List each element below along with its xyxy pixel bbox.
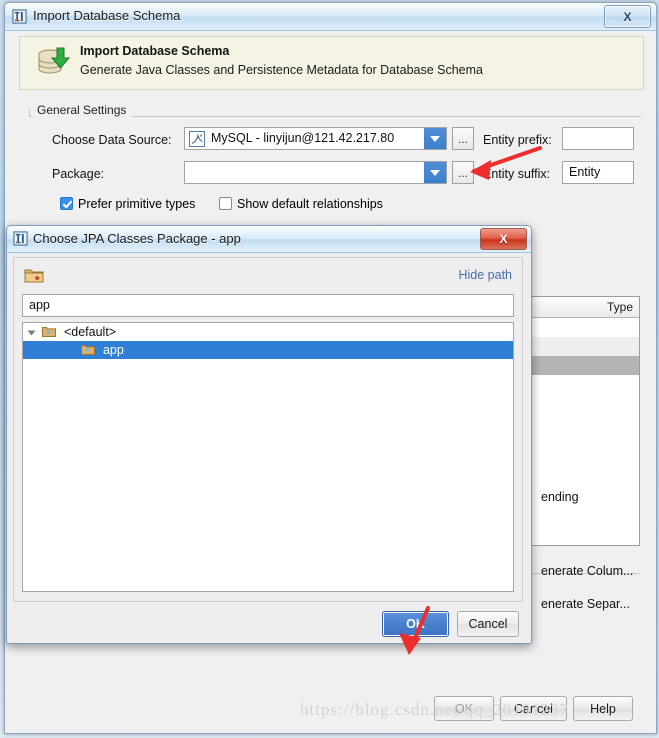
prefer-primitive-types-checkbox[interactable]: Prefer primitive types bbox=[60, 197, 195, 211]
schema-table-type-column-header: Type bbox=[606, 300, 633, 314]
main-help-button[interactable]: Help bbox=[573, 696, 633, 721]
watermark: https://blog.csdn.net/qq_20101237 bbox=[300, 700, 570, 719]
entity-suffix-input[interactable]: Entity bbox=[562, 161, 634, 184]
choose-jpa-classes-package-dialog: Choose JPA Classes Package - app X Hide … bbox=[6, 225, 532, 644]
modal-cancel-button[interactable]: Cancel bbox=[457, 611, 519, 637]
main-window-titlebar: Import Database Schema X bbox=[5, 3, 656, 31]
package-label: Package: bbox=[52, 167, 105, 181]
group-divider-left bbox=[29, 109, 30, 117]
entity-prefix-input[interactable] bbox=[562, 127, 634, 150]
package-path-input[interactable]: app bbox=[22, 294, 514, 317]
intellij-app-icon bbox=[13, 231, 28, 246]
tree-node-default[interactable]: <default> bbox=[23, 323, 513, 341]
folder-icon bbox=[81, 342, 96, 355]
data-source-dropdown-arrow-icon[interactable] bbox=[424, 128, 446, 149]
tree-node-label: app bbox=[102, 343, 124, 357]
data-source-browse-button[interactable]: ... bbox=[452, 127, 474, 150]
data-source-value: MySQL - linyijun@121.42.217.80 bbox=[211, 131, 395, 145]
general-settings-label: General Settings bbox=[32, 103, 132, 117]
package-combobox[interactable] bbox=[184, 161, 447, 184]
checkbox-unchecked-icon bbox=[219, 197, 232, 210]
package-browse-label: ... bbox=[457, 165, 468, 180]
screen-root: Import Database Schema X Import Database… bbox=[0, 0, 659, 738]
modal-content: Hide path app <default> app bbox=[13, 257, 523, 602]
data-source-label: Choose Data Source: bbox=[52, 133, 172, 147]
package-dropdown-arrow-icon[interactable] bbox=[424, 162, 446, 183]
folder-icon bbox=[42, 324, 57, 337]
main-window-title: Import Database Schema bbox=[33, 8, 181, 23]
tree-node-label: <default> bbox=[63, 325, 117, 339]
close-icon: X bbox=[499, 232, 508, 246]
package-tree[interactable]: <default> app bbox=[22, 322, 514, 592]
header-banner: Import Database Schema Generate Java Cla… bbox=[19, 36, 644, 90]
data-source-combobox[interactable]: MySQL - linyijun@121.42.217.80 bbox=[184, 127, 447, 150]
prefer-primitive-types-label: Prefer primitive types bbox=[78, 197, 196, 211]
intellij-app-icon bbox=[12, 9, 27, 24]
banner-subtitle: Generate Java Classes and Persistence Me… bbox=[80, 63, 483, 77]
mysql-datasource-icon bbox=[189, 131, 205, 147]
data-source-browse-label: ... bbox=[457, 131, 468, 146]
package-browse-button[interactable]: ... bbox=[452, 161, 474, 184]
banner-title: Import Database Schema bbox=[80, 44, 230, 58]
entity-suffix-label: Entity suffix: bbox=[483, 167, 551, 181]
modal-close-button[interactable]: X bbox=[480, 228, 527, 250]
main-window-close-button[interactable]: X bbox=[604, 5, 651, 28]
modal-titlebar: Choose JPA Classes Package - app X bbox=[7, 226, 531, 253]
hide-path-link[interactable]: Hide path bbox=[458, 268, 512, 282]
entity-prefix-label: Entity prefix: bbox=[483, 133, 552, 147]
generate-separate-option[interactable]: enerate Separ... bbox=[541, 597, 630, 611]
show-default-relationships-checkbox[interactable]: Show default relationships bbox=[219, 197, 383, 211]
modal-cancel-label: Cancel bbox=[468, 617, 508, 631]
package-path-value: app bbox=[29, 298, 50, 312]
database-import-icon bbox=[38, 47, 71, 74]
modal-ok-label: OK bbox=[406, 617, 425, 631]
show-default-relationships-label: Show default relationships bbox=[237, 197, 383, 211]
tree-node-app[interactable]: app bbox=[23, 341, 513, 359]
generate-columns-option[interactable]: enerate Colum... bbox=[541, 564, 633, 578]
close-icon: X bbox=[623, 9, 632, 24]
main-help-label: Help bbox=[590, 701, 616, 716]
checkbox-checked-icon bbox=[60, 197, 73, 210]
modal-ok-button[interactable]: OK bbox=[382, 611, 449, 637]
expand-triangle-icon[interactable] bbox=[23, 324, 39, 342]
new-folder-icon[interactable] bbox=[24, 267, 44, 284]
entity-suffix-value: Entity bbox=[569, 165, 601, 179]
modal-title: Choose JPA Classes Package - app bbox=[33, 231, 241, 246]
pending-status-text: ending bbox=[541, 490, 579, 504]
